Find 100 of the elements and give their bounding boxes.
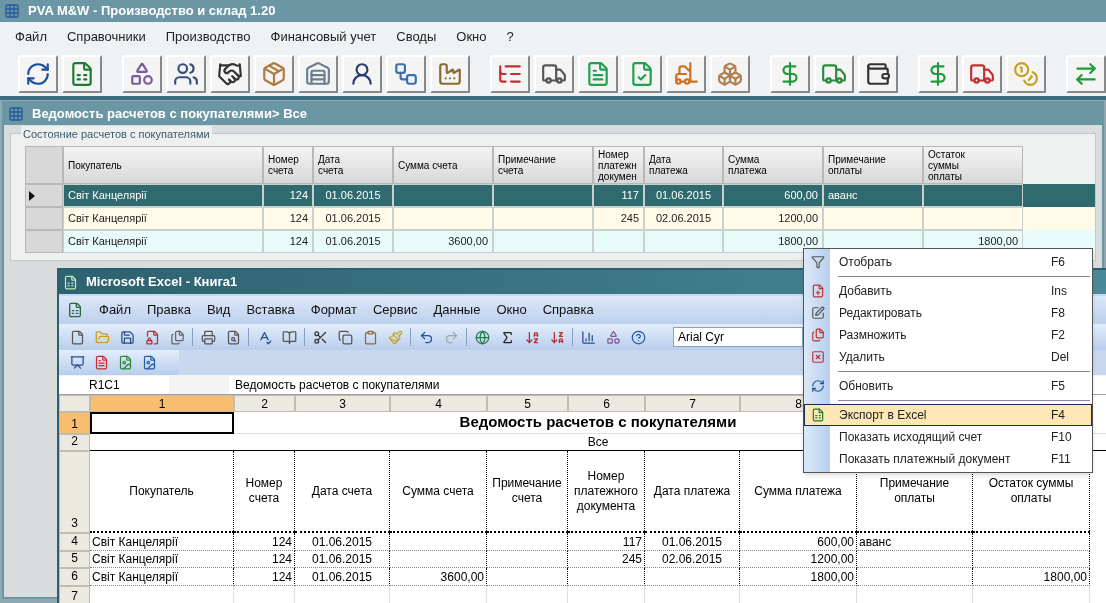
menu-item[interactable]: Экспорт в Excel F4 bbox=[804, 404, 1092, 426]
grid-row[interactable]: Світ Канцелярії 124 01.06.2015 245 02.06.2015 1200,00 bbox=[25, 207, 1095, 230]
current-row-icon bbox=[29, 190, 35, 201]
header-cell: Дата платежа bbox=[645, 451, 740, 533]
column-header[interactable]: 3 bbox=[295, 395, 390, 412]
menu-item[interactable]: Справочники bbox=[66, 27, 146, 47]
menu-item[interactable]: Окно bbox=[456, 27, 487, 47]
menu-item[interactable]: Своды bbox=[396, 27, 437, 47]
name-box[interactable]: R1C1 bbox=[59, 375, 169, 394]
table-cell: 02.06.2015 bbox=[644, 207, 723, 230]
menu-item[interactable]: Справка bbox=[542, 300, 594, 320]
menu-item[interactable]: Сервис bbox=[372, 300, 418, 320]
menu-item[interactable]: Правка bbox=[146, 300, 191, 320]
column-header[interactable]: 7 bbox=[645, 395, 740, 412]
toolbar-button[interactable] bbox=[534, 55, 574, 93]
table-cell: 01.06.2015 bbox=[295, 533, 390, 551]
shapes-icon bbox=[605, 329, 621, 345]
row-header[interactable]: 3 bbox=[59, 451, 90, 533]
column-header[interactable]: 6 bbox=[568, 395, 645, 412]
table-cell: 3600,00 bbox=[393, 230, 493, 253]
menu-item[interactable]: Удалить Del bbox=[804, 346, 1092, 368]
undo-icon bbox=[418, 329, 434, 345]
clipboard-icon bbox=[362, 329, 378, 345]
table-cell: 01.06.2015 bbox=[295, 551, 390, 568]
truck-icon bbox=[541, 61, 567, 87]
column-header[interactable]: 5 bbox=[487, 395, 568, 412]
duplicate-icon bbox=[811, 328, 825, 342]
table-cell: 600,00 bbox=[723, 184, 823, 207]
menu-item[interactable]: Редактировать F8 bbox=[804, 302, 1092, 324]
column-header[interactable]: Остаток суммы оплаты bbox=[923, 146, 1023, 184]
group-label: Состояние расчетов с покупателями bbox=[21, 126, 212, 143]
sort-descending-icon bbox=[549, 329, 565, 345]
selected-cell[interactable] bbox=[90, 412, 234, 434]
sort-ascending-icon bbox=[524, 329, 540, 345]
excel-title: Microsoft Excel - Книга1 bbox=[86, 273, 238, 292]
toolbar-button[interactable] bbox=[858, 55, 898, 93]
column-header[interactable]: Примечание счета bbox=[493, 146, 593, 184]
menu-item[interactable]: Окно bbox=[496, 300, 527, 320]
grid-row[interactable]: Світ Канцелярії 124 01.06.2015 117 01.06.2015 600,00 аванс bbox=[25, 184, 1095, 207]
row-header[interactable]: 1 bbox=[59, 412, 90, 434]
workflow-icon bbox=[393, 61, 419, 87]
table-cell: 1200,00 bbox=[740, 551, 857, 568]
row-header[interactable]: 5 bbox=[59, 551, 90, 568]
truck-icon bbox=[821, 61, 847, 87]
menu-item[interactable]: Обновить F5 bbox=[804, 375, 1092, 397]
row-header[interactable]: 4 bbox=[59, 533, 90, 551]
table-cell: 1800,00 bbox=[973, 568, 1090, 586]
menu-item[interactable]: Вид bbox=[206, 300, 231, 320]
document-check-icon bbox=[629, 61, 655, 87]
printer-icon bbox=[200, 329, 216, 345]
menu-item[interactable]: Данные bbox=[433, 300, 481, 320]
row-indicator[interactable] bbox=[25, 184, 63, 207]
menu-item[interactable]: Размножить F2 bbox=[804, 324, 1092, 346]
column-header[interactable]: 4 bbox=[390, 395, 487, 412]
menu-item[interactable]: Файл bbox=[15, 27, 47, 47]
table-cell: Світ Канцелярії bbox=[90, 551, 234, 568]
column-header[interactable]: Сумма счета bbox=[393, 146, 493, 184]
column-header[interactable]: Покупатель bbox=[63, 146, 263, 184]
menu-item[interactable]: Формат bbox=[310, 300, 357, 320]
header-cell: Дата счета bbox=[295, 451, 390, 533]
column-header[interactable]: Номер платежн докумен bbox=[593, 146, 644, 184]
menu-item[interactable]: Вставка bbox=[246, 300, 295, 320]
menu-item[interactable]: Финансовый учет bbox=[270, 27, 377, 47]
column-header[interactable]: Номер счета bbox=[263, 146, 313, 184]
menu-item[interactable]: Отобрать F6 bbox=[804, 251, 1092, 273]
truck-icon bbox=[969, 61, 995, 87]
chart-icon bbox=[580, 329, 596, 345]
toolbar-button[interactable] bbox=[166, 55, 206, 93]
table-cell: Світ Канцелярії bbox=[63, 230, 263, 253]
menu-item[interactable]: ? bbox=[506, 27, 514, 47]
column-header[interactable]: Дата счета bbox=[313, 146, 393, 184]
redo-icon bbox=[443, 329, 459, 345]
toolbar-button[interactable] bbox=[342, 55, 382, 93]
table-cell: Світ Канцелярії bbox=[63, 207, 263, 230]
table-cell: Світ Канцелярії bbox=[90, 533, 234, 551]
toolbar-button[interactable] bbox=[18, 55, 58, 93]
wallet-icon bbox=[865, 61, 891, 87]
table-cell: 01.06.2015 bbox=[313, 230, 393, 253]
menu-item[interactable]: Файл bbox=[99, 300, 131, 320]
row-header[interactable]: 6 bbox=[59, 568, 90, 586]
new-file-icon bbox=[69, 329, 85, 345]
column-header[interactable]: Примечание оплаты bbox=[823, 146, 923, 184]
menu-item[interactable]: Добавить Ins bbox=[804, 280, 1092, 302]
column-header[interactable]: 1 bbox=[90, 395, 234, 412]
row-header[interactable]: 2 bbox=[59, 434, 90, 451]
toolbar-button[interactable] bbox=[490, 55, 530, 93]
frame-icon bbox=[69, 355, 85, 370]
column-header[interactable]: Сумма платежа bbox=[723, 146, 823, 184]
toolbar-button[interactable] bbox=[210, 55, 250, 93]
excel-icon bbox=[63, 274, 78, 290]
toolbar-button[interactable] bbox=[962, 55, 1002, 93]
grid-row[interactable]: Світ Канцелярії 124 01.06.2015 3600,00 1800,00 1800,00 bbox=[25, 230, 1095, 253]
column-header[interactable]: 2 bbox=[234, 395, 295, 412]
row-indicator-header bbox=[25, 146, 63, 184]
menu-item[interactable]: Производство bbox=[165, 27, 251, 47]
table-cell: 01.06.2015 bbox=[295, 568, 390, 586]
image-file-icon bbox=[141, 355, 157, 370]
column-header[interactable]: Дата платежа bbox=[644, 146, 723, 184]
row-header[interactable]: 7 bbox=[59, 586, 90, 603]
corner-cell[interactable] bbox=[59, 395, 90, 412]
